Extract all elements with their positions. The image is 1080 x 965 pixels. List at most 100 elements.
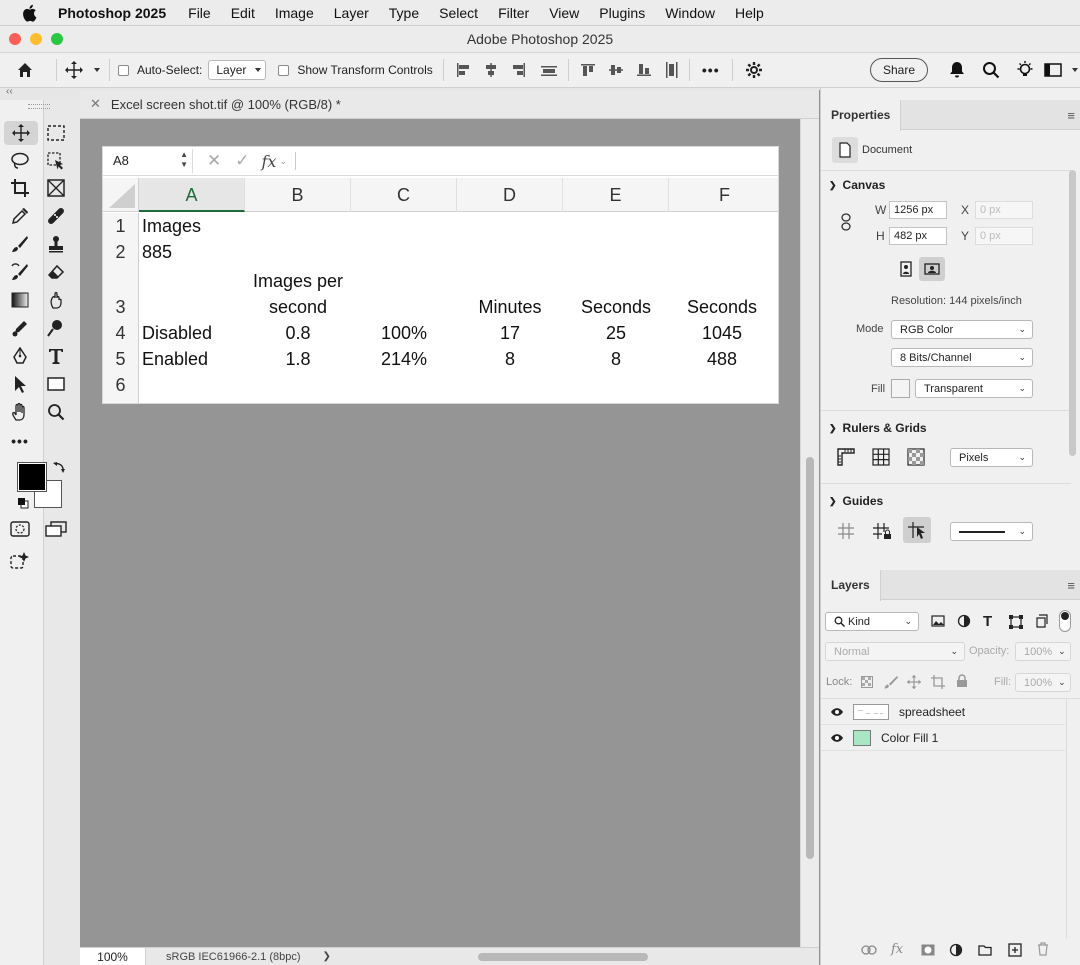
frame-tool-icon[interactable] [45, 177, 67, 199]
fill-dropdown[interactable]: Transparent ⌄ [915, 379, 1033, 398]
menu-filter[interactable]: Filter [488, 5, 539, 21]
layer-visibility-eye-icon[interactable] [821, 733, 853, 743]
menu-image[interactable]: Image [265, 5, 324, 21]
menu-edit[interactable]: Edit [221, 5, 265, 21]
layer-row-spreadsheet[interactable]: spreadsheet [821, 699, 1065, 725]
menu-layer[interactable]: Layer [324, 5, 379, 21]
align-left-icon[interactable] [454, 58, 472, 82]
object-selection-tool-icon[interactable] [45, 150, 67, 172]
brush-tool-icon[interactable] [9, 233, 31, 255]
default-colors-icon[interactable] [17, 497, 29, 509]
tools-grip[interactable] [28, 104, 50, 109]
swap-colors-icon[interactable] [52, 460, 66, 474]
move-tool-icon[interactable] [4, 121, 38, 145]
menu-file[interactable]: File [178, 5, 221, 21]
generative-icon[interactable] [9, 550, 31, 572]
filter-shape-icon[interactable] [1009, 615, 1023, 629]
add-mask-icon[interactable] [921, 944, 935, 956]
menu-view[interactable]: View [539, 5, 589, 21]
align-bottom-icon[interactable] [635, 58, 653, 82]
vertical-scrollbar[interactable] [800, 119, 819, 947]
pen-brush-tool-icon[interactable] [9, 317, 31, 339]
chevron-down-icon[interactable] [85, 58, 103, 82]
adjustment-layer-icon[interactable] [949, 943, 963, 957]
layers-scrollbar[interactable] [1066, 699, 1067, 939]
layers-panel-menu-icon[interactable]: ≡ [1067, 578, 1075, 593]
align-right-icon[interactable] [510, 58, 528, 82]
dodge-tool-icon[interactable] [45, 317, 67, 339]
auto-select-dropdown[interactable]: Layer [208, 60, 267, 80]
workspace-icon[interactable] [1042, 58, 1064, 82]
apple-icon[interactable] [0, 4, 58, 22]
collapse-left-icon[interactable]: ‹‹ [6, 86, 13, 97]
guides-icon[interactable] [837, 522, 855, 540]
zoom-level-field[interactable]: 100% [80, 947, 146, 965]
more-options-button[interactable]: ••• [696, 58, 726, 82]
menu-help[interactable]: Help [725, 5, 774, 21]
show-transform-checkbox[interactable] [278, 64, 290, 76]
history-brush-tool-icon[interactable] [9, 261, 31, 283]
properties-scroll-thumb[interactable] [1069, 170, 1076, 456]
marquee-tool-icon[interactable] [45, 122, 67, 144]
link-layers-icon[interactable] [861, 945, 877, 955]
vertical-scroll-thumb[interactable] [806, 457, 814, 859]
menu-app-name[interactable]: Photoshop 2025 [58, 5, 178, 21]
smudge-tool-icon[interactable] [45, 289, 67, 311]
eraser-tool-icon[interactable] [45, 261, 67, 283]
ruler-icon[interactable] [837, 448, 855, 466]
distribute-horizontal-icon[interactable] [538, 58, 560, 82]
rectangle-tool-icon[interactable] [45, 373, 67, 395]
spreadsheet-image[interactable]: A8 ▲ ▼ ✕ ✓ fx ⌄ A B C D E F 1 2 3 4 5 6 I… [102, 146, 779, 404]
type-tool-icon[interactable] [45, 345, 67, 367]
layer-fill-field[interactable]: 100% ⌄ [1015, 673, 1071, 692]
opacity-field[interactable]: 100% ⌄ [1015, 642, 1071, 661]
new-layer-icon[interactable] [1008, 943, 1022, 957]
layer-row-color-fill[interactable]: Color Fill 1 [821, 725, 1065, 751]
layer-visibility-eye-icon[interactable] [821, 707, 853, 717]
align-top-icon[interactable] [579, 58, 597, 82]
lock-artboard-icon[interactable] [931, 675, 945, 689]
fill-color-swatch[interactable] [891, 379, 910, 398]
smart-guides-icon[interactable] [903, 517, 931, 543]
home-icon[interactable] [0, 58, 50, 82]
pen-tool-icon[interactable] [9, 345, 31, 367]
panel-menu-icon[interactable]: ≡ [1067, 108, 1075, 123]
close-tab-icon[interactable]: ✕ [90, 96, 101, 112]
bell-icon[interactable] [940, 58, 974, 82]
link-dimensions-icon[interactable] [841, 213, 851, 231]
blend-mode-dropdown[interactable]: Normal ⌄ [825, 642, 965, 661]
menu-window[interactable]: Window [655, 5, 725, 21]
properties-scrollbar[interactable] [1068, 170, 1077, 540]
filter-adjustment-icon[interactable] [957, 614, 971, 628]
menu-plugins[interactable]: Plugins [589, 5, 655, 21]
grid-icon[interactable] [872, 448, 890, 466]
horizontal-scroll-thumb[interactable] [478, 953, 648, 961]
path-selection-tool-icon[interactable] [9, 373, 31, 395]
lightbulb-icon[interactable] [1008, 58, 1042, 82]
filter-pixel-icon[interactable] [931, 615, 945, 627]
x-field[interactable]: 0 px [975, 201, 1033, 219]
fx-effects-icon[interactable]: fx [891, 942, 903, 957]
lock-position-icon[interactable] [907, 675, 921, 689]
guide-style-dropdown[interactable]: ⌄ [950, 522, 1033, 541]
crop-tool-icon[interactable] [9, 177, 31, 199]
zoom-tool-icon[interactable] [45, 401, 67, 423]
search-icon[interactable] [974, 58, 1008, 82]
canvas-section-header[interactable]: ❯ Canvas [829, 178, 885, 192]
tab-layers[interactable]: Layers [821, 570, 881, 601]
screen-mode-icon[interactable] [45, 518, 67, 540]
gear-icon[interactable] [739, 58, 769, 82]
document-tab[interactable]: ✕ Excel screen shot.tif @ 100% (RGB/8) * [80, 90, 819, 119]
healing-brush-tool-icon[interactable] [45, 205, 67, 227]
quick-mask-icon[interactable] [9, 518, 31, 540]
new-group-icon[interactable] [978, 944, 992, 956]
hand-tool-icon[interactable] [9, 401, 31, 423]
workspace-chevron-icon[interactable] [1064, 58, 1080, 82]
landscape-orientation-icon[interactable] [919, 257, 945, 281]
trash-icon[interactable] [1037, 942, 1049, 956]
move-tool-preset-icon[interactable] [63, 58, 85, 82]
align-center-icon[interactable] [482, 58, 500, 82]
layer-filter-kind-dropdown[interactable]: Kind ⌄ [825, 612, 919, 631]
lock-transparent-icon[interactable] [861, 676, 873, 688]
color-mode-dropdown[interactable]: RGB Color ⌄ [891, 320, 1033, 339]
